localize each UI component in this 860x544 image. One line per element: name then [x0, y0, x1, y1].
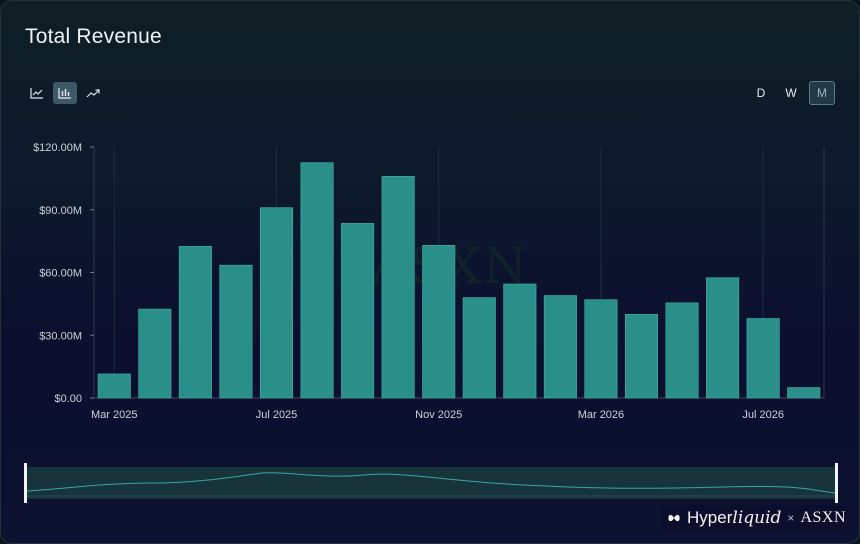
bar-2025-06[interactable]	[259, 207, 294, 399]
line-chart-icon	[30, 88, 43, 99]
x-tick-label: Jul 2026	[742, 409, 784, 421]
bar-2026-04[interactable]	[665, 302, 699, 399]
bar-2025-03[interactable]	[138, 308, 172, 399]
trend-button[interactable]	[81, 82, 105, 104]
y-tick-label: $60.00M	[39, 268, 82, 280]
trend-icon	[86, 89, 100, 98]
bar-2025-02[interactable]	[97, 373, 131, 399]
line-chart-button[interactable]	[25, 82, 49, 104]
bar-2026-01[interactable]	[543, 295, 577, 399]
bar-2025-08[interactable]	[341, 223, 375, 399]
bar-2026-05[interactable]	[706, 277, 740, 399]
y-tick-label: $120.00M	[33, 142, 82, 154]
bar-2026-02[interactable]	[584, 299, 618, 399]
brand-separator: ×	[787, 511, 795, 525]
bar-chart-icon	[58, 88, 71, 99]
y-tick-label: $30.00M	[39, 330, 82, 342]
y-tick-label: $0.00	[54, 393, 82, 405]
period-selector: D W M	[749, 81, 835, 105]
bar-2026-03[interactable]	[624, 314, 659, 399]
range-brush[interactable]	[23, 461, 839, 505]
x-tick-label: Mar 2026	[578, 409, 624, 421]
brush-handle-left[interactable]	[24, 463, 27, 503]
chart-type-toolbar	[25, 82, 105, 104]
brush-handle-right[interactable]	[835, 463, 838, 503]
brand-asxn: ASXN	[800, 509, 846, 526]
brand-badge: Hyperliquid × ASXN	[661, 505, 846, 531]
bar-2025-11[interactable]	[462, 297, 496, 399]
y-tick-label: $90.00M	[39, 205, 82, 217]
bar-chart-button[interactable]	[53, 82, 77, 104]
x-tick-label: Jul 2025	[256, 409, 298, 421]
bar-chart: $0.00 $30.00M $60.00M $90.00M $120.00M Mar 2…	[33, 142, 825, 421]
bar-2025-07[interactable]	[300, 162, 334, 399]
period-button-d[interactable]: D	[749, 82, 773, 104]
x-tick-label: Nov 2025	[415, 409, 462, 421]
bar-2025-09[interactable]	[381, 175, 415, 399]
bar-2025-05[interactable]	[219, 264, 253, 399]
hyperliquid-logo-icon	[668, 514, 680, 522]
period-button-w[interactable]: W	[779, 82, 803, 104]
bar-2025-04[interactable]	[178, 246, 212, 399]
x-tick-label: Mar 2025	[91, 409, 137, 421]
bar-2026-06[interactable]	[746, 318, 780, 399]
revenue-card: Total Revenue D W M ASXN $0	[0, 0, 860, 544]
bar-2025-12[interactable]	[503, 283, 537, 399]
brand-hyperliquid: Hyperliquid	[687, 508, 782, 528]
bar-2026-07[interactable]	[787, 387, 821, 399]
bar-2025-10[interactable]	[422, 245, 456, 399]
chart-title: Total Revenue	[25, 25, 162, 48]
period-button-m[interactable]: M	[809, 81, 835, 105]
